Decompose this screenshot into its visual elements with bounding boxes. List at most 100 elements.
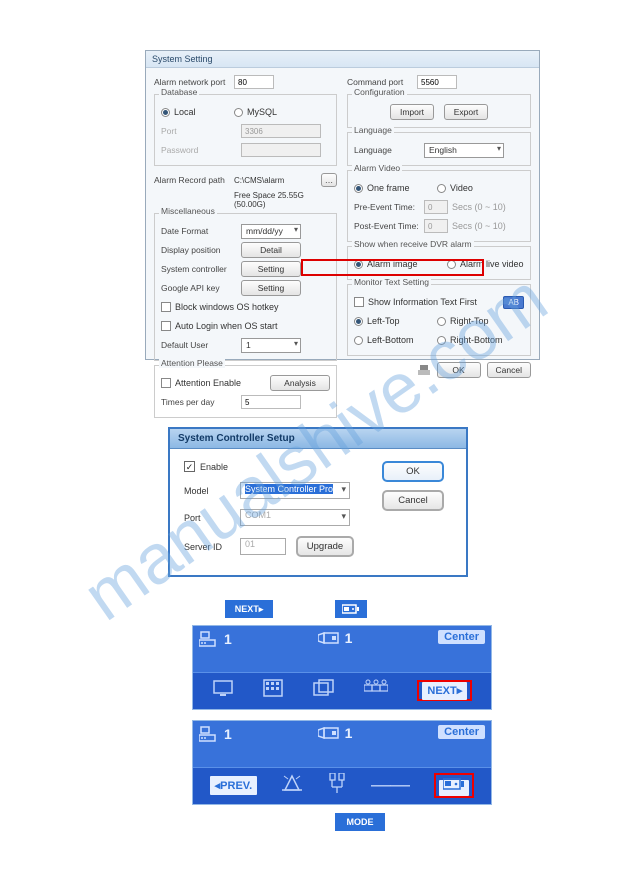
panel2-id1: 1: [224, 726, 232, 742]
system-setting-dialog: System Setting Alarm network port Databa…: [145, 50, 540, 360]
show-info-checkbox[interactable]: [354, 297, 364, 307]
keypad-icon[interactable]: [263, 679, 283, 702]
printer-icon[interactable]: [417, 365, 431, 375]
auto-login-checkbox[interactable]: [161, 321, 171, 331]
radio-right-bottom[interactable]: [437, 336, 446, 345]
google-api-label: Google API key: [161, 283, 241, 293]
prev-button[interactable]: ◂PREV.: [210, 776, 258, 795]
right-top-label: Right-Top: [450, 316, 489, 326]
preset-icon[interactable]: [328, 773, 346, 798]
system-controller-label: System controller: [161, 264, 241, 274]
alarm-record-path-value: C:\CMS\alarm: [234, 176, 321, 185]
dvr-icon-2: [199, 725, 219, 743]
radio-video[interactable]: [437, 184, 446, 193]
port-select[interactable]: COM1: [240, 509, 350, 526]
next-button-1[interactable]: NEXT▸: [422, 682, 467, 700]
ok-button2[interactable]: OK: [382, 461, 444, 482]
alarm-network-port-input[interactable]: [234, 75, 274, 89]
mode-highlight-2: [434, 773, 474, 798]
alarm-live-label: Alarm live video: [460, 259, 524, 269]
monitor-icon[interactable]: [212, 679, 234, 702]
attention-enable-label: Attention Enable: [175, 378, 270, 388]
google-api-setting-button[interactable]: Setting: [241, 280, 301, 296]
default-user-label: Default User: [161, 340, 241, 350]
attention-enable-checkbox[interactable]: [161, 378, 171, 388]
alarm-icon[interactable]: [282, 773, 302, 798]
server-id-input[interactable]: 01: [240, 538, 286, 555]
monitor-text-group: Monitor Text Setting Show Information Te…: [347, 284, 531, 356]
radio-left-top[interactable]: [354, 317, 363, 326]
next-highlight-1: NEXT▸: [417, 680, 472, 701]
post-event-secs: Secs (0 ~ 10): [452, 221, 506, 231]
times-input[interactable]: [241, 395, 301, 409]
misc-legend: Miscellaneous: [159, 206, 217, 216]
default-user-select[interactable]: 1: [241, 338, 301, 353]
misc-group: Miscellaneous Date Format mm/dd/yy Displ…: [154, 213, 337, 361]
radio-mysql[interactable]: [234, 108, 243, 117]
db-port-input: [241, 124, 321, 138]
radio-right-top[interactable]: [437, 317, 446, 326]
pre-event-secs: Secs (0 ~ 10): [452, 202, 506, 212]
right-bottom-label: Right-Bottom: [450, 335, 503, 345]
panel2-id2: 1: [345, 725, 353, 741]
system-controller-setup-dialog: System Controller Setup ✓ Enable Model S…: [168, 427, 468, 577]
next-label-icon: NEXT▸: [225, 600, 273, 618]
language-group: Language Language English: [347, 132, 531, 166]
enable-checkbox[interactable]: ✓: [184, 461, 195, 472]
language-select[interactable]: English: [424, 143, 504, 158]
panel1-id1: 1: [224, 631, 232, 647]
one-frame-label: One frame: [367, 183, 437, 193]
block-hotkey-label: Block windows OS hotkey: [175, 302, 279, 312]
enable-label: Enable: [200, 462, 228, 472]
analysis-button[interactable]: Analysis: [270, 375, 330, 391]
radio-left-bottom[interactable]: [354, 336, 363, 345]
ab-button[interactable]: AB: [503, 296, 524, 309]
radio-alarm-live[interactable]: [447, 260, 456, 269]
left-bottom-label: Left-Bottom: [367, 335, 437, 345]
ok-button[interactable]: OK: [437, 362, 481, 378]
alarm-image-label: Alarm image: [367, 259, 447, 269]
cancel-button[interactable]: Cancel: [487, 362, 531, 378]
radio-one-frame[interactable]: [354, 184, 363, 193]
export-button[interactable]: Export: [444, 104, 488, 120]
attention-group: Attention Please Attention Enable Analys…: [154, 365, 337, 418]
date-format-select[interactable]: mm/dd/yy: [241, 224, 301, 239]
db-password-input: [241, 143, 321, 157]
command-port-label: Command port: [347, 77, 417, 87]
dash-icon: ——: [371, 774, 409, 797]
language-label: Language: [354, 145, 424, 155]
db-port-label: Port: [161, 126, 241, 136]
alarm-record-path-label: Alarm Record path: [154, 175, 234, 185]
date-format-label: Date Format: [161, 226, 241, 236]
radio-local[interactable]: [161, 108, 170, 117]
browse-button[interactable]: …: [321, 173, 337, 187]
mode-button-2[interactable]: [439, 780, 469, 796]
display-position-label: Display position: [161, 245, 241, 255]
dvr-icon: [199, 630, 219, 648]
command-port-input[interactable]: [417, 75, 457, 89]
show-info-label: Show Information Text First: [368, 297, 503, 307]
pre-event-input: [424, 200, 448, 214]
camera-icon-2: [318, 726, 340, 740]
cancel-button2[interactable]: Cancel: [382, 490, 444, 511]
model-label: Model: [184, 486, 240, 496]
upgrade-button[interactable]: Upgrade: [296, 536, 354, 557]
alarm-network-port-label: Alarm network port: [154, 77, 234, 87]
block-hotkey-checkbox[interactable]: [161, 302, 171, 312]
controller-panel-1: 1 1 Center NEXT▸: [192, 625, 492, 710]
system-controller-setting-button[interactable]: Setting: [241, 261, 301, 277]
post-event-input: [424, 219, 448, 233]
sequence-icon[interactable]: [313, 679, 335, 702]
import-button[interactable]: Import: [390, 104, 434, 120]
multi-view-icon[interactable]: [364, 679, 388, 702]
model-select[interactable]: System Controller Pro: [240, 482, 350, 499]
detail-button[interactable]: Detail: [241, 242, 301, 258]
left-top-label: Left-Top: [367, 316, 437, 326]
alarm-video-legend: Alarm Video: [352, 163, 402, 173]
auto-login-label: Auto Login when OS start: [175, 321, 278, 331]
configuration-group: Configuration Import Export: [347, 94, 531, 128]
center-pill-1: Center: [438, 630, 485, 644]
radio-alarm-image[interactable]: [354, 260, 363, 269]
video-label: Video: [450, 183, 473, 193]
device-icon-2: [443, 777, 465, 791]
